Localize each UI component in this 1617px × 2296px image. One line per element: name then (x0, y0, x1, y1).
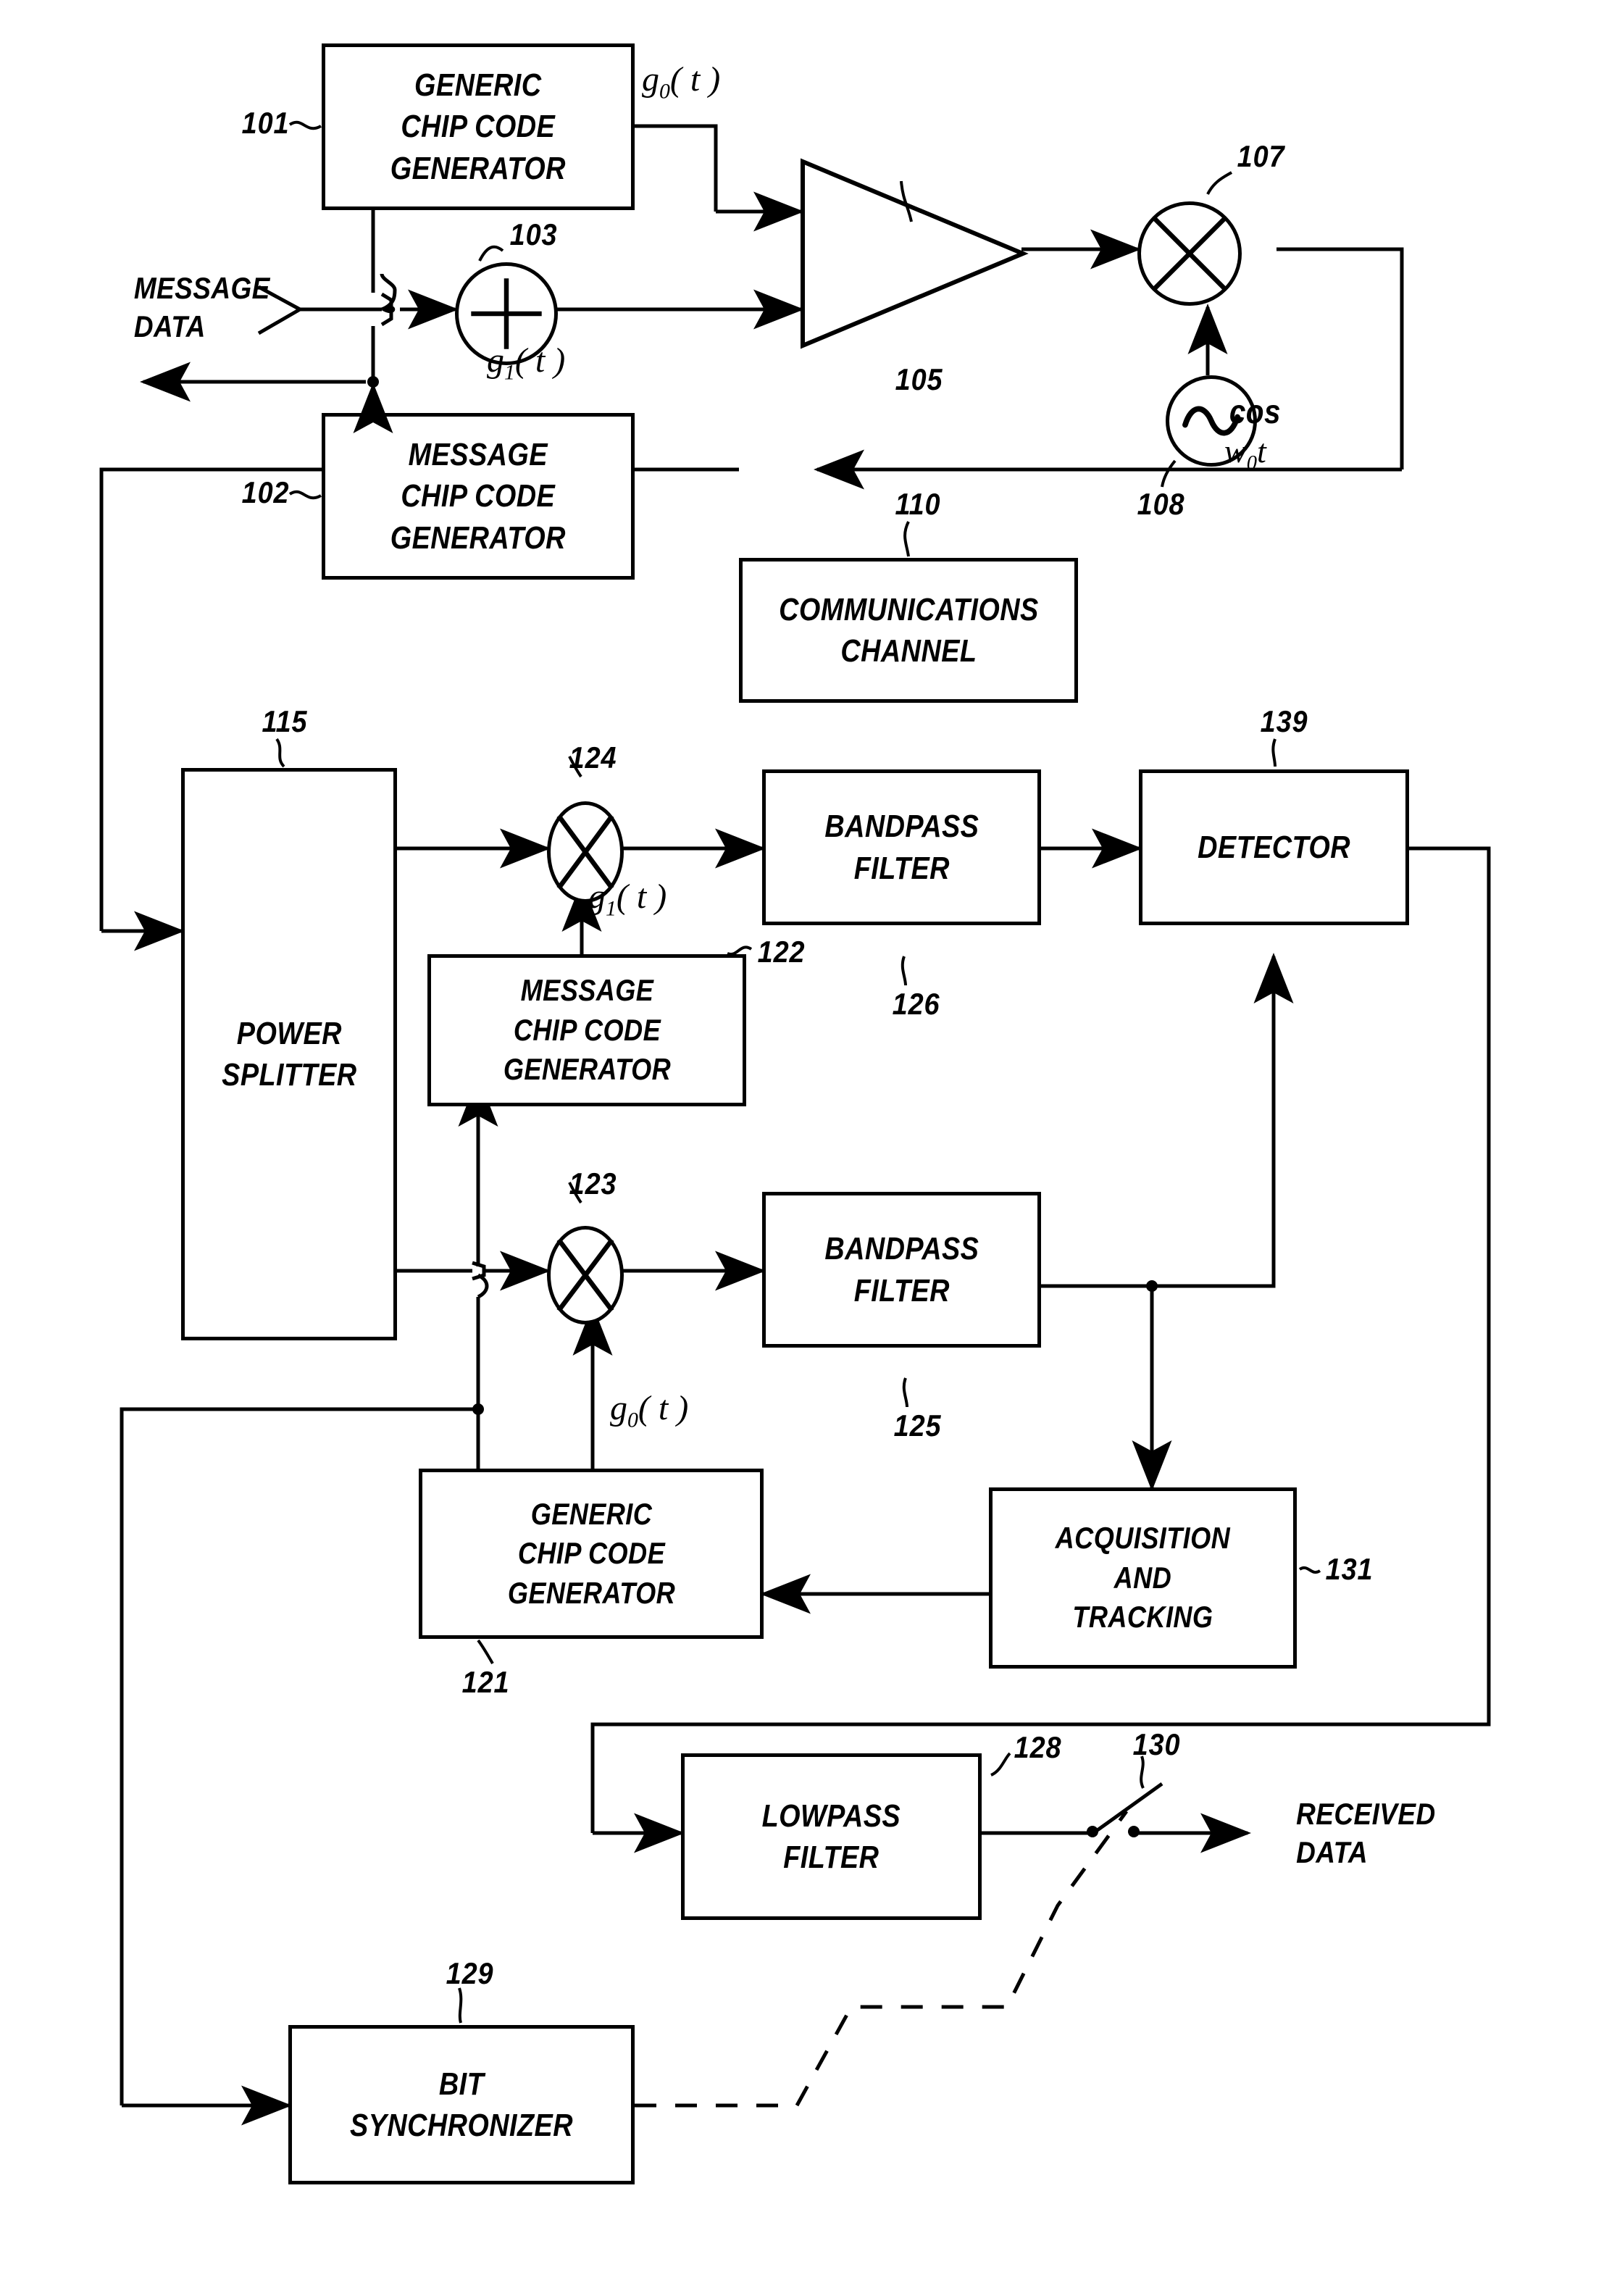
signal-g1-text: g1( t ) (487, 341, 566, 385)
message-data-label: MESSAGE DATA (133, 271, 270, 343)
ref-101: 101 (241, 106, 290, 140)
signal-g1-rx-text: g1( t ) (588, 877, 667, 921)
ref-105: 105 (895, 362, 943, 396)
wire-hop-1 (380, 273, 397, 312)
wire-hop-2 (472, 1261, 486, 1281)
ref-128: 128 (1014, 1730, 1062, 1764)
mixer-123[interactable] (547, 1226, 624, 1324)
junction-dot-bpf125 (1146, 1280, 1158, 1292)
ref-107: 107 (1237, 139, 1285, 173)
ref-102: 102 (241, 475, 290, 509)
ref-125: 125 (893, 1408, 942, 1443)
ref-108: 108 (1137, 487, 1185, 521)
block-bandpass-filter-126[interactable]: BANDPASS FILTER (762, 769, 1041, 925)
block-bandpass-filter-125[interactable]: BANDPASS FILTER (762, 1192, 1041, 1348)
mixer-107[interactable] (1137, 201, 1242, 306)
block-label-115: POWER SPLITTER (221, 1015, 357, 1093)
oscillator-cos-label: cos (1229, 393, 1281, 430)
block-generic-chip-code-generator-121[interactable]: GENERIC CHIP CODE GENERATOR (419, 1469, 764, 1639)
wire-hop-3 (477, 1273, 489, 1299)
wire-mixer107-down (1277, 247, 1404, 469)
block-detector-139[interactable]: DETECTOR (1139, 769, 1409, 925)
block-acquisition-and-tracking-131[interactable]: ACQUISITION AND TRACKING (989, 1487, 1297, 1669)
block-label-102: MESSAGE CHIP CODE GENERATOR (390, 437, 567, 556)
signal-label-g0-tx: g0( t ) (642, 59, 720, 104)
signal-label-g1-rx: g1( t ) (588, 877, 667, 922)
wire-bpf125-to-detector-bottom (1152, 953, 1294, 1288)
signal-g0-text: g0( t ) (642, 60, 721, 104)
block-lowpass-filter-128[interactable]: LOWPASS FILTER (681, 1753, 982, 1920)
switch-lever-130 (1094, 1782, 1163, 1834)
block-message-chip-code-generator-102[interactable]: MESSAGE CHIP CODE GENERATOR (322, 413, 635, 580)
block-label-126: BANDPASS FILTER (824, 809, 979, 886)
block-label-139: DETECTOR (1198, 829, 1350, 865)
block-label-125: BANDPASS FILTER (824, 1231, 979, 1308)
junction-dot-tx-feedback (367, 376, 379, 388)
block-label-131: ACQUISITION AND TRACKING (1055, 1521, 1231, 1635)
block-label-128: LOWPASS FILTER (761, 1798, 901, 1875)
ref-131: 131 (1325, 1552, 1374, 1586)
junction-dot-121-feedback (472, 1403, 484, 1415)
ref-121: 121 (461, 1665, 510, 1699)
switch-contact-right-130 (1128, 1826, 1140, 1837)
ref-110: 110 (895, 487, 941, 521)
block-communications-channel-110[interactable]: COMMUNICATIONS CHANNEL (739, 558, 1078, 703)
oscillator-w0t-label: w0t (1224, 433, 1266, 475)
block-label-121: GENERIC CHIP CODE GENERATOR (507, 1496, 675, 1610)
block-label-122: MESSAGE CHIP CODE GENERATOR (503, 973, 671, 1087)
ref-139: 139 (1260, 704, 1308, 738)
received-data-label: RECEIVED DATA (1296, 1797, 1436, 1869)
wire-hop-bump (380, 292, 393, 327)
block-power-splitter-115[interactable]: POWER SPLITTER (181, 768, 397, 1340)
ref-115: 115 (262, 704, 308, 738)
ref-122: 122 (757, 935, 806, 969)
block-message-chip-code-generator-122[interactable]: MESSAGE CHIP CODE GENERATOR (427, 954, 746, 1106)
ref-103: 103 (509, 217, 558, 251)
signal-g0-rx-text: g0( t ) (610, 1389, 689, 1432)
ref-126: 126 (892, 987, 940, 1021)
ref-130: 130 (1132, 1727, 1181, 1761)
ref-124: 124 (569, 740, 617, 775)
ref-129: 129 (446, 1956, 494, 1990)
switch-contact-left-130 (1087, 1826, 1098, 1837)
block-label-101: GENERIC CHIP CODE GENERATOR (390, 67, 567, 186)
block-label-110: COMMUNICATIONS CHANNEL (778, 591, 1039, 669)
signal-label-g1-tx: g1( t ) (487, 341, 565, 385)
wire-101-to-amp (635, 124, 718, 212)
signal-label-g0-rx: g0( t ) (610, 1388, 688, 1433)
ref-123: 123 (569, 1166, 617, 1201)
patent-figure-sheet: GENERIC CHIP CODE GENERATOR MESSAGE CHIP… (0, 0, 1617, 2296)
block-bit-synchronizer-129[interactable]: BIT SYNCHRONIZER (288, 2025, 635, 2184)
block-generic-chip-code-generator-101[interactable]: GENERIC CHIP CODE GENERATOR (322, 43, 635, 210)
block-label-129: BIT SYNCHRONIZER (350, 2066, 573, 2143)
amplifier-105[interactable] (797, 156, 1029, 351)
